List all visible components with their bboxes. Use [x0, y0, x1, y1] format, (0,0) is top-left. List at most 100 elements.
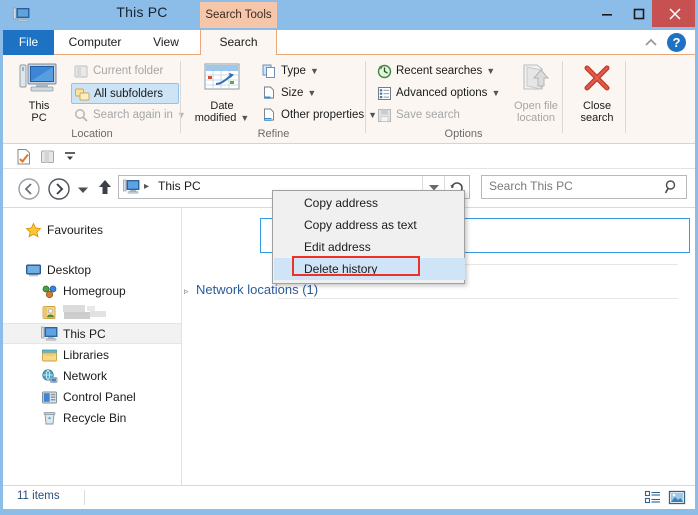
window-title: This PC [116, 4, 168, 20]
group-separator [278, 298, 678, 299]
collapse-ribbon-icon[interactable] [642, 34, 660, 52]
forward-button[interactable] [47, 177, 71, 206]
tab-view[interactable]: View [136, 30, 196, 55]
tab-search[interactable]: Search [200, 30, 277, 56]
this-pc-ribbon-label-line1: This [28, 100, 50, 112]
ribbon-group-refine: Date modified ▼ Type ▼ Size ▼ Other prop… [181, 55, 377, 144]
close-search-label-line1: Close [582, 100, 612, 112]
properties-icon[interactable] [15, 148, 33, 171]
chevron-down-icon: ▼ [491, 88, 501, 98]
recycle-bin-icon [41, 410, 58, 427]
ribbon-advanced-options[interactable]: Advanced options ▼ [374, 83, 514, 104]
navigation-pane: Favourites Desktop Homegroup This PC Lib… [3, 208, 181, 486]
recent-locations-dropdown[interactable] [77, 182, 89, 200]
this-pc-ribbon-label-line2: PC [31, 112, 47, 124]
nav-item-user-folder[interactable] [3, 302, 181, 323]
ribbon-all-subfolders[interactable]: All subfolders [71, 83, 179, 104]
user-name-redacted [63, 305, 109, 320]
tab-file[interactable]: File [3, 30, 54, 55]
nav-item-favourites[interactable]: Favourites [3, 220, 181, 241]
folder-icon [73, 63, 90, 80]
control-panel-icon [41, 389, 58, 406]
nav-item-this-pc[interactable]: This PC [3, 323, 181, 344]
nav-item-desktop[interactable]: Desktop [3, 260, 181, 281]
menu-item-edit-address[interactable]: Edit address [274, 236, 465, 258]
menu-item-delete-history[interactable]: Delete history [274, 258, 465, 280]
open-file-location-icon [516, 62, 556, 101]
ribbon-size[interactable]: Size ▼ [259, 83, 349, 104]
ribbon-recent-searches[interactable]: Recent searches ▼ [374, 61, 504, 82]
star-icon [25, 222, 42, 239]
menu-item-copy-address-as-text[interactable]: Copy address as text [274, 214, 465, 236]
ribbon-current-folder-label: Current folder [93, 65, 164, 77]
user-folder-icon [41, 304, 58, 321]
chevron-right-icon[interactable]: ▹ [184, 286, 189, 297]
ribbon-other-properties-label: Other properties [281, 109, 365, 121]
tab-computer[interactable]: Computer [54, 30, 136, 55]
ribbon-search-again-in[interactable]: Search again in ▼ [71, 105, 186, 126]
ribbon-group-options-label: Options [444, 128, 483, 140]
libraries-icon [41, 347, 58, 364]
ribbon-save-search-label: Save search [396, 109, 460, 121]
close-search-icon [581, 62, 613, 99]
nav-item-libraries[interactable]: Libraries [3, 345, 181, 366]
open-file-location-label-line2: location [517, 112, 555, 124]
item-count-label: 11 items [17, 490, 60, 502]
nav-item-libraries-label: Libraries [63, 348, 110, 362]
status-divider [84, 490, 85, 505]
ribbon-current-folder[interactable]: Current folder [71, 61, 179, 82]
ribbon: This PC Current folder All subfolders Se… [3, 55, 695, 144]
breadcrumb-this-pc[interactable]: This PC [158, 179, 201, 193]
large-icons-view-icon[interactable] [668, 489, 686, 512]
title-bar: This PC Search Tools [0, 0, 698, 30]
help-button[interactable]: ? [667, 33, 686, 52]
nav-item-network[interactable]: Network [3, 366, 181, 387]
quick-access-toolbar [3, 144, 695, 169]
nav-item-desktop-label: Desktop [47, 263, 92, 277]
ribbon-group-location: This PC Current folder All subfolders Se… [3, 55, 186, 144]
ribbon-size-label: Size [281, 87, 304, 99]
search-icon[interactable] [664, 179, 679, 200]
ribbon-group-options: Recent searches ▼ Advanced options ▼ Sav… [366, 55, 626, 144]
open-file-location-button[interactable]: Open file location [506, 60, 566, 124]
type-icon [261, 63, 278, 80]
new-folder-icon[interactable] [39, 148, 57, 171]
search-input[interactable]: Search This PC [481, 175, 687, 199]
close-button[interactable] [652, 0, 697, 27]
back-button[interactable] [17, 177, 41, 206]
status-bar: 11 items [3, 485, 695, 509]
customize-dropdown-icon[interactable] [63, 150, 77, 168]
nav-item-control-panel[interactable]: Control Panel [3, 387, 181, 408]
ribbon-recent-searches-label: Recent searches [396, 65, 483, 77]
network-icon [41, 368, 58, 385]
ribbon-type[interactable]: Type ▼ [259, 61, 349, 82]
up-button[interactable] [97, 178, 113, 201]
nav-item-control-panel-label: Control Panel [63, 390, 136, 404]
contextual-tab-header: Search Tools [200, 2, 277, 28]
nav-item-homegroup[interactable]: Homegroup [3, 281, 181, 302]
ribbon-group-divider [562, 61, 563, 133]
ribbon-type-label: Type [281, 65, 306, 77]
nav-item-network-label: Network [63, 369, 108, 383]
nav-item-recycle-bin-label: Recycle Bin [63, 411, 127, 425]
search-again-icon [73, 107, 90, 124]
this-pc-icon [19, 62, 59, 101]
close-search-button[interactable]: Close search [571, 60, 623, 124]
this-pc-ribbon-button[interactable]: This PC [12, 60, 66, 124]
homegroup-icon [41, 283, 58, 300]
chevron-down-icon: ▼ [307, 88, 317, 98]
desktop-icon [25, 262, 42, 279]
close-search-label-line2: search [580, 112, 614, 124]
date-modified-label-line2: modified [194, 112, 237, 124]
ribbon-group-refine-label: Refine [257, 128, 290, 140]
group-header-network-locations[interactable]: Network locations (1) [196, 282, 318, 297]
date-modified-button[interactable]: Date modified ▼ [191, 60, 253, 124]
details-view-icon[interactable] [644, 489, 662, 512]
ribbon-save-search[interactable]: Save search [374, 105, 504, 126]
ribbon-group-divider [625, 61, 626, 133]
help-label: ? [672, 35, 681, 50]
breadcrumb-separator-icon[interactable]: ▸ [144, 181, 149, 192]
menu-item-copy-address[interactable]: Copy address [274, 192, 465, 214]
nav-item-recycle-bin[interactable]: Recycle Bin [3, 408, 181, 429]
ribbon-search-again-in-label: Search again in [93, 109, 173, 121]
